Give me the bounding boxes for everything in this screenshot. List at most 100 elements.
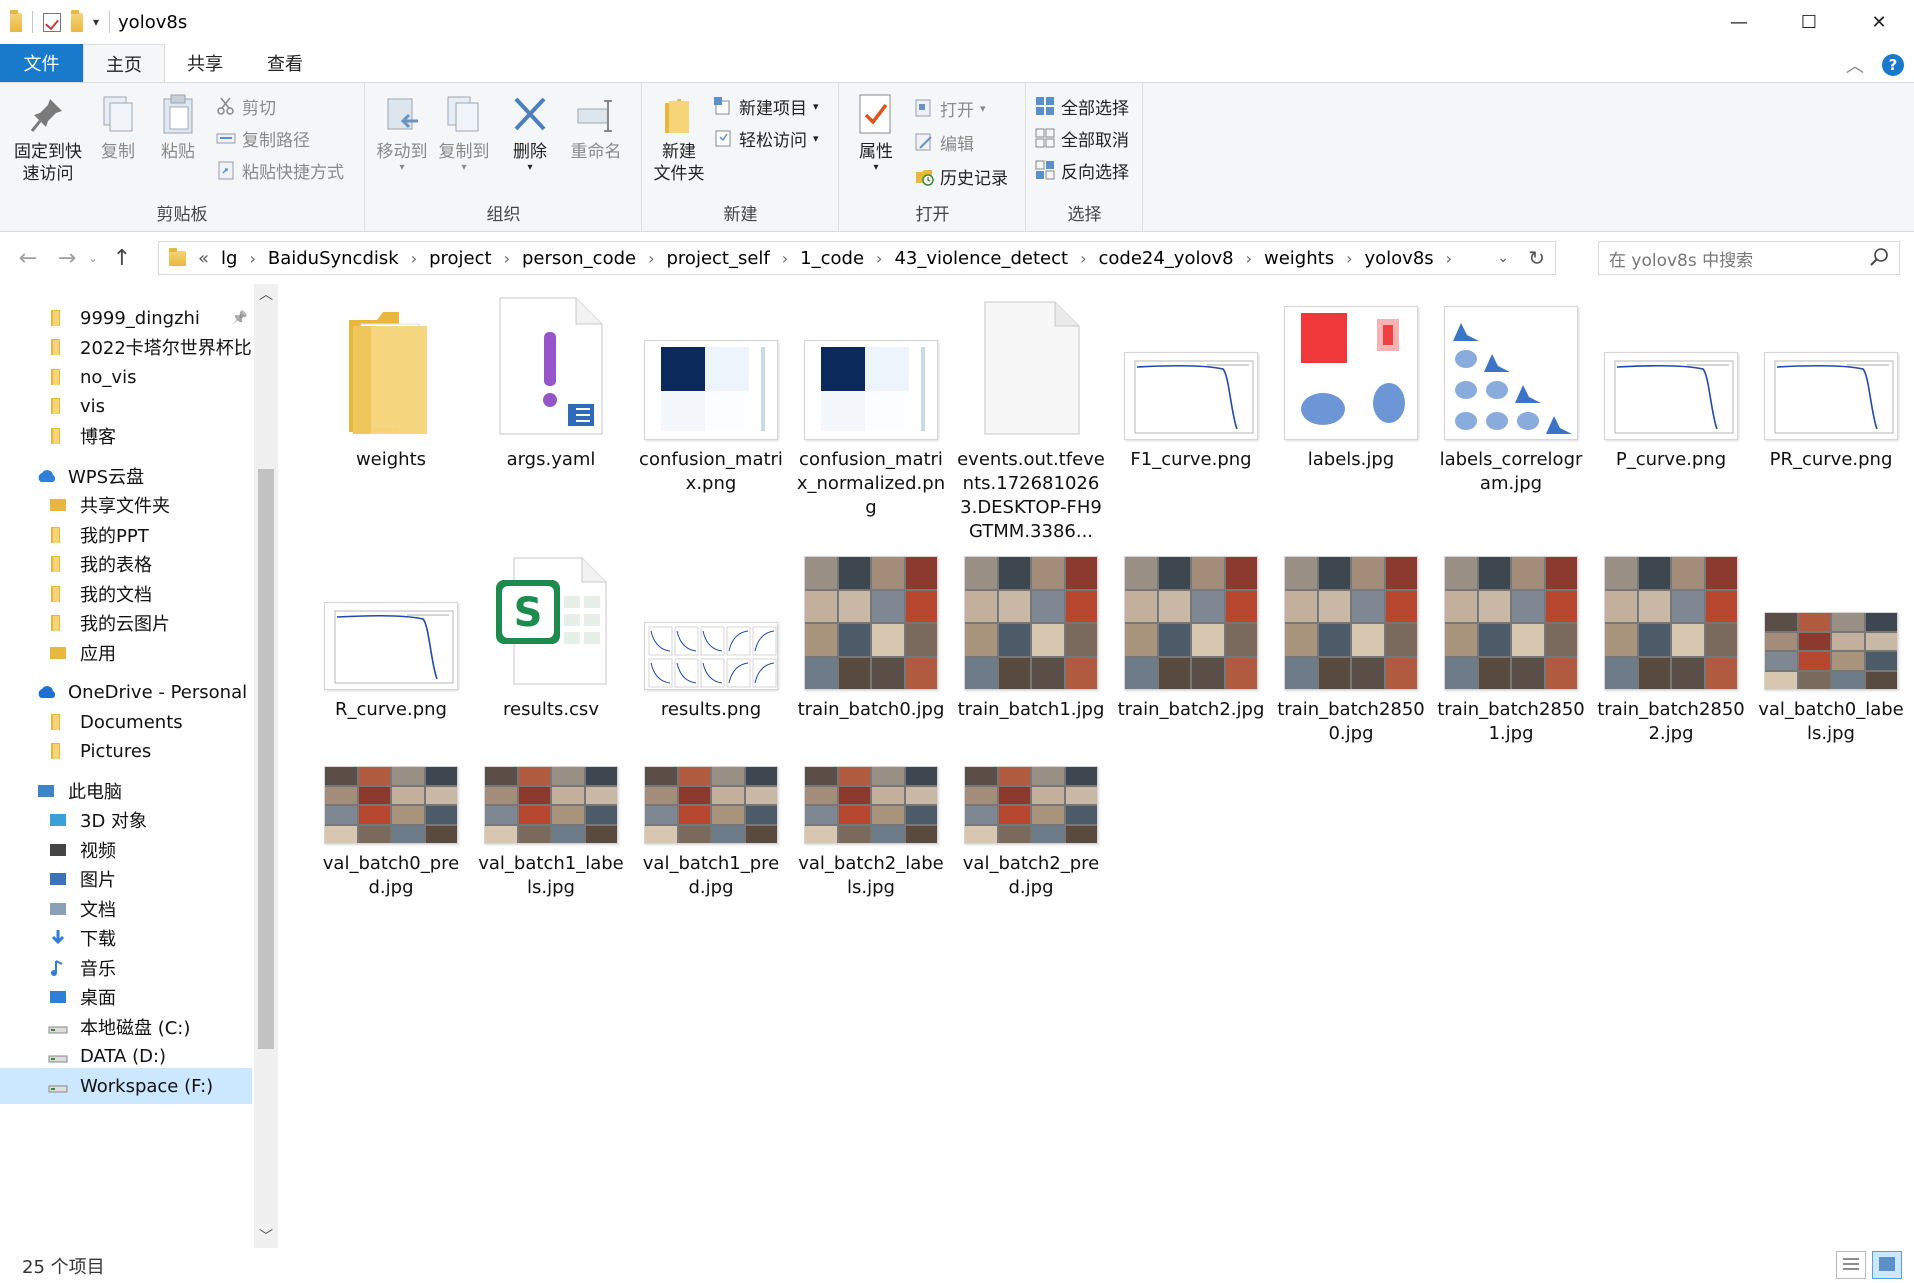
sidebar-item[interactable]: 应用 [0, 635, 252, 671]
file-item[interactable]: val_batch2_pred.jpg [956, 744, 1106, 900]
breadcrumb-separator-icon[interactable]: › [648, 249, 654, 268]
file-item[interactable]: args.yaml [476, 294, 626, 472]
breadcrumb-item[interactable]: weights [1264, 248, 1334, 269]
maximize-button[interactable]: ☐ [1774, 0, 1844, 44]
file-item[interactable]: Sresults.csv [476, 544, 626, 722]
select-all-icon [1035, 96, 1055, 116]
chevron-down-icon[interactable]: ▾ [93, 15, 99, 29]
file-item[interactable]: val_batch1_pred.jpg [636, 744, 786, 900]
breadcrumb-item[interactable]: 1_code [800, 248, 864, 269]
file-item[interactable]: val_batch0_labels.jpg [1756, 544, 1906, 746]
properties-button[interactable]: 属性 ▾ [854, 93, 898, 173]
file-item[interactable]: confusion_matrix.png [636, 294, 786, 496]
pin-quick-access-button[interactable]: 固定到快速访问 [8, 93, 88, 185]
file-item[interactable]: train_batch28501.jpg [1436, 544, 1586, 746]
file-item[interactable]: train_batch2.jpg [1116, 544, 1266, 722]
breadcrumb-separator-icon[interactable]: › [249, 249, 255, 268]
breadcrumb-item[interactable]: yolov8s [1364, 248, 1433, 269]
breadcrumb-separator-icon[interactable]: › [1446, 249, 1452, 268]
invert-selection-button[interactable]: 反向选择 [1035, 157, 1129, 183]
search-input[interactable]: 在 yolov8s 中搜索 [1598, 241, 1900, 275]
breadcrumb-item[interactable]: project_self [667, 248, 770, 269]
select-all-button[interactable]: 全部选择 [1035, 93, 1129, 119]
file-item[interactable]: val_batch1_labels.jpg [476, 744, 626, 900]
search-icon[interactable] [1869, 247, 1889, 272]
details-view-button[interactable] [1836, 1251, 1866, 1279]
file-item[interactable]: F1_curve.png [1116, 294, 1266, 472]
file-item[interactable]: confusion_matrix_normalized.png [796, 294, 946, 520]
tab-home[interactable]: 主页 [83, 44, 165, 83]
history-button[interactable]: 历史记录 [914, 163, 1008, 189]
address-bar[interactable]: « lg › BaiduSyncdisk › project › person_code › p… [158, 241, 1556, 275]
breadcrumb-separator-icon[interactable]: › [1346, 249, 1352, 268]
back-arrow-icon[interactable]: ← [6, 246, 50, 271]
file-item[interactable]: train_batch0.jpg [796, 544, 946, 722]
close-button[interactable]: ✕ [1844, 0, 1914, 44]
delete-button[interactable]: 删除 ▾ [508, 93, 552, 173]
sidebar-item[interactable]: Workspace (F:) [0, 1068, 252, 1104]
file-item[interactable]: R_curve.png [316, 544, 466, 722]
properties-icon[interactable] [43, 12, 61, 32]
refresh-icon[interactable]: ↻ [1528, 246, 1545, 270]
cut-button[interactable]: 剪切 [216, 93, 276, 119]
breadcrumb-separator-icon[interactable]: › [1246, 249, 1252, 268]
file-item[interactable]: train_batch28502.jpg [1596, 544, 1746, 746]
file-name: train_batch28501.jpg [1437, 699, 1585, 744]
file-item[interactable]: train_batch1.jpg [956, 544, 1106, 722]
copy-path-button[interactable]: 复制路径 [216, 125, 310, 151]
new-folder-icon[interactable] [71, 9, 83, 32]
recent-locations-icon[interactable]: ⌄ [84, 251, 102, 265]
file-item[interactable]: results.png [636, 544, 786, 722]
rename-button[interactable]: 重命名 [564, 93, 628, 163]
sidebar-item[interactable]: Pictures [0, 733, 252, 769]
copy-to-button[interactable]: 复制到 ▾ [436, 93, 492, 173]
breadcrumb-separator-icon[interactable]: › [782, 249, 788, 268]
edit-button[interactable]: 编辑 [914, 129, 974, 155]
collapse-ribbon-icon[interactable]: ︿ [1846, 52, 1864, 78]
up-arrow-icon[interactable]: ↑ [102, 246, 142, 271]
file-item[interactable]: labels.jpg [1276, 294, 1426, 472]
file-item[interactable]: weights [316, 294, 466, 472]
breadcrumb-separator-icon[interactable]: › [876, 249, 882, 268]
scrollbar-thumb[interactable] [258, 469, 274, 1049]
file-item[interactable]: P_curve.png [1596, 294, 1746, 472]
breadcrumb-item[interactable]: project [429, 248, 491, 269]
breadcrumb-item[interactable]: code24_yolov8 [1098, 248, 1233, 269]
tab-file[interactable]: 文件 [0, 44, 83, 82]
open-button[interactable]: 打开 ▾ [914, 95, 986, 121]
file-item[interactable]: labels_correlogram.jpg [1436, 294, 1586, 496]
breadcrumb-separator-icon[interactable]: › [504, 249, 510, 268]
copy-button[interactable]: 复制 [96, 93, 140, 163]
minimize-button[interactable]: — [1704, 0, 1774, 44]
scroll-up-icon[interactable]: ︿ [259, 284, 273, 304]
new-item-button[interactable]: 新建项目 ▾ [713, 93, 819, 119]
move-to-button[interactable]: 移动到 ▾ [374, 93, 430, 173]
easy-access-button[interactable]: 轻松访问 ▾ [713, 125, 819, 151]
select-none-button[interactable]: 全部取消 [1035, 125, 1129, 151]
chevron-down-icon: ▾ [873, 162, 879, 173]
breadcrumb-separator-icon[interactable]: › [1080, 249, 1086, 268]
file-item[interactable]: train_batch28500.jpg [1276, 544, 1426, 746]
paste-button[interactable]: 粘贴 [156, 93, 200, 163]
tab-share[interactable]: 共享 [165, 44, 245, 82]
breadcrumb-item[interactable]: BaiduSyncdisk [268, 248, 399, 269]
paste-shortcut-button[interactable]: 粘贴快捷方式 [216, 157, 344, 183]
breadcrumb-separator-icon[interactable]: › [411, 249, 417, 268]
help-icon[interactable]: ? [1882, 54, 1904, 76]
breadcrumb-item[interactable]: person_code [522, 248, 636, 269]
breadcrumb-overflow[interactable]: « [198, 248, 209, 269]
file-item[interactable]: events.out.tfevents.1726810263.DESKTOP-F… [956, 294, 1106, 544]
file-item[interactable]: val_batch0_pred.jpg [316, 744, 466, 900]
large-icons-view-button[interactable] [1872, 1251, 1902, 1279]
navigation-scrollbar[interactable]: ︿ ﹀ [254, 284, 278, 1248]
chevron-down-icon[interactable]: ⌄ [1497, 250, 1509, 266]
file-item[interactable]: val_batch2_labels.jpg [796, 744, 946, 900]
breadcrumb-item[interactable]: 43_violence_detect [894, 248, 1068, 269]
scroll-down-icon[interactable]: ﹀ [259, 1226, 273, 1246]
new-folder-button[interactable]: 新建 文件夹 [649, 93, 709, 185]
breadcrumb-item[interactable]: lg [221, 248, 237, 269]
tab-view[interactable]: 查看 [245, 44, 325, 82]
sidebar-item[interactable]: 博客 [0, 418, 252, 454]
file-item[interactable]: PR_curve.png [1756, 294, 1906, 472]
forward-arrow-icon[interactable]: → [50, 246, 84, 271]
